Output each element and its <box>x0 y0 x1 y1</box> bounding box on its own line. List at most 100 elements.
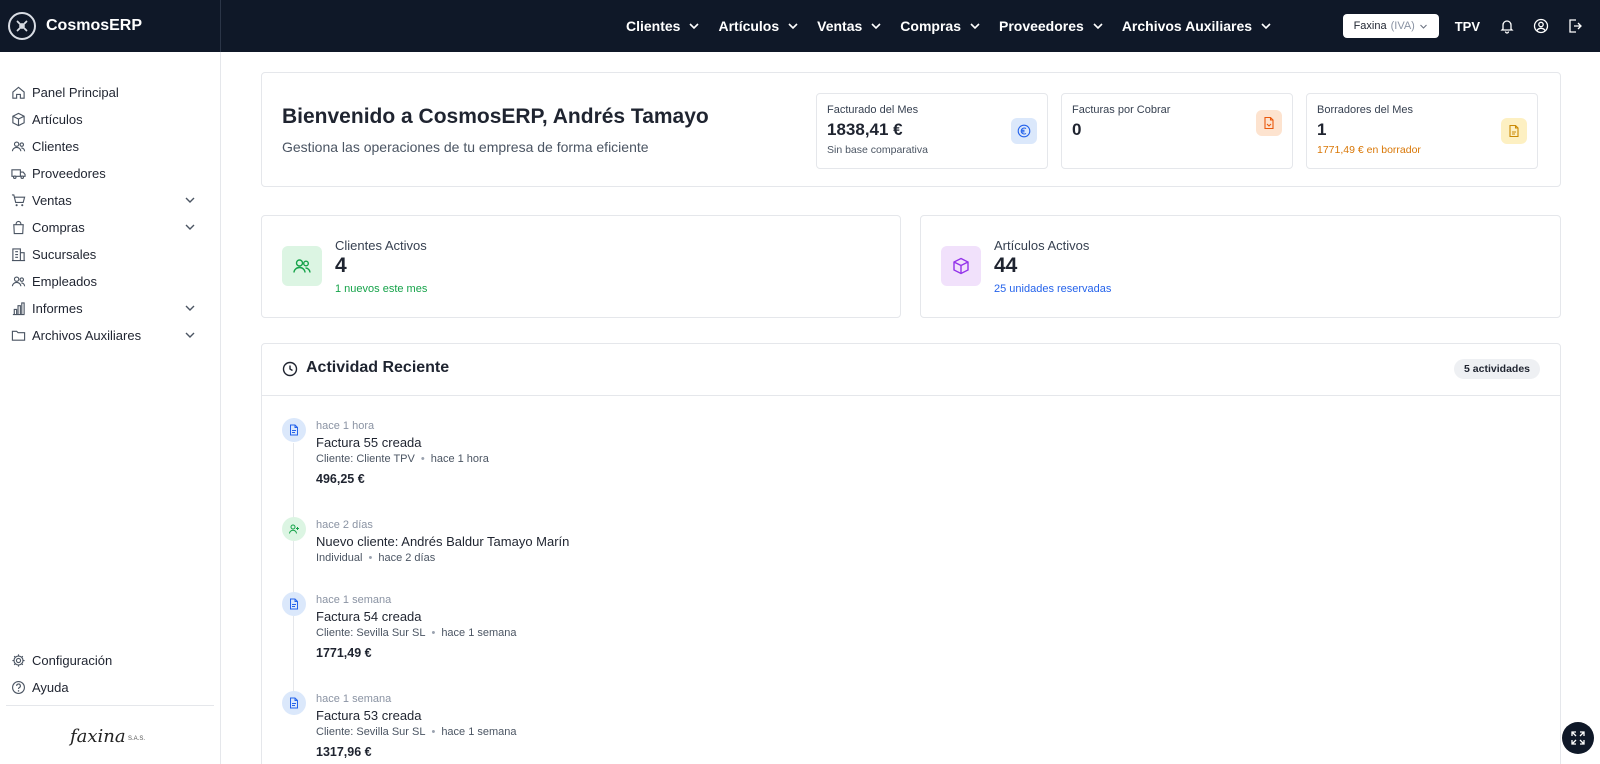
activity-title: Nuevo cliente: Andrés Baldur Tamayo Marí… <box>316 534 570 549</box>
topnav-proveedores[interactable]: Proveedores <box>999 18 1104 34</box>
company-name: Faxina <box>1353 20 1387 32</box>
activity-count-badge: 5 actividades <box>1454 359 1540 379</box>
sidebar-item-archivos-auxiliares[interactable]: Archivos Auxiliares <box>10 323 196 347</box>
user-circle-icon[interactable] <box>1532 17 1550 35</box>
topnav-label: Artículos <box>718 18 780 34</box>
box-icon <box>941 246 981 286</box>
activity-meta-time: hace 1 semana <box>441 627 517 639</box>
topnav-label: Clientes <box>626 18 681 34</box>
chevron-down-icon[interactable] <box>184 329 196 341</box>
activity-meta-time: hace 2 días <box>378 552 436 564</box>
separator-dot: • <box>431 627 436 639</box>
logo-text: faxina <box>70 726 126 747</box>
sidebar-item-compras[interactable]: Compras <box>10 215 196 239</box>
chevron-down-icon <box>1093 23 1103 30</box>
sidebar-item-ayuda[interactable]: Ayuda <box>10 675 196 699</box>
topnav-label: Proveedores <box>998 18 1084 34</box>
stat-note: Sin base comparativa <box>827 144 928 156</box>
gear-icon <box>10 652 26 668</box>
sidebar-item-label: Proveedores <box>32 165 106 181</box>
metric-value: 4 <box>335 254 347 277</box>
activity-meta: Cliente: Sevilla Sur SL • hace 1 semana <box>316 627 517 639</box>
stat-note: 1771,49 € en borrador <box>1317 144 1421 156</box>
cart-icon <box>10 192 26 208</box>
metric-label: Artículos Activos <box>994 238 1090 253</box>
sidebar-item-label: Configuración <box>32 652 113 668</box>
chevron-down-icon[interactable] <box>184 221 196 233</box>
home-icon <box>10 84 26 100</box>
sidebar-item-empleados[interactable]: Empleados <box>10 269 196 293</box>
top-right-controls: Faxina (IVA) TPV <box>1342 0 1600 52</box>
chevron-down-icon <box>970 23 980 30</box>
tpv-link[interactable]: TPV <box>1455 19 1480 34</box>
invoice-icon <box>1256 110 1282 136</box>
sidebar-item-label: Ventas <box>32 192 72 208</box>
welcome-card: Bienvenido a CosmosERP, Andrés Tamayo Ge… <box>261 72 1561 187</box>
topnav-archivos-auxiliares[interactable]: Archivos Auxiliares <box>1122 18 1272 34</box>
logout-icon[interactable] <box>1566 17 1584 35</box>
cosmos-logo-icon <box>8 12 36 40</box>
sidebar-item-label: Empleados <box>32 273 98 289</box>
sidebar-item-label: Compras <box>32 219 85 235</box>
user-plus-icon <box>282 517 306 541</box>
stat-card-facturas-por-cobrar[interactable]: Facturas por Cobrar 0 <box>1061 93 1293 169</box>
topnav-ventas[interactable]: Ventas <box>817 18 882 34</box>
chevron-down-icon[interactable] <box>184 194 196 206</box>
sidebar-item-panel-principal[interactable]: Panel Principal <box>10 80 196 104</box>
activity-meta-client: Cliente: Sevilla Sur SL <box>316 726 426 738</box>
invoice-icon <box>282 592 306 616</box>
stat-value: 1838,41 € <box>827 120 903 139</box>
topnav-articulos[interactable]: Artículos <box>718 18 799 34</box>
folder-icon <box>10 327 26 343</box>
expand-icon <box>1571 731 1585 745</box>
sidebar-item-proveedores[interactable]: Proveedores <box>10 161 196 185</box>
building-icon <box>10 246 26 262</box>
sidebar-item-ventas[interactable]: Ventas <box>10 188 196 212</box>
company-logo: faxina S.A.S. <box>70 726 150 752</box>
activity-meta: Individual • hace 2 días <box>316 552 435 564</box>
sidebar-item-label: Panel Principal <box>32 84 119 100</box>
chevron-down-icon <box>788 23 798 30</box>
sidebar-item-clientes[interactable]: Clientes <box>10 134 196 158</box>
timeline-connector <box>293 443 294 519</box>
main-content: Bienvenido a CosmosERP, Andrés Tamayo Ge… <box>221 52 1600 764</box>
bell-icon[interactable] <box>1498 17 1516 35</box>
activity-meta-client: Cliente: Cliente TPV <box>316 453 415 465</box>
activity-amount: 1317,96 € <box>316 745 372 759</box>
topnav-label: Ventas <box>817 18 863 34</box>
activity-title: Factura 53 creada <box>316 708 422 723</box>
topnav-compras[interactable]: Compras <box>900 18 981 34</box>
activity-time: hace 2 días <box>316 519 373 531</box>
sidebar-item-informes[interactable]: Informes <box>10 296 196 320</box>
activity-card: Actividad Reciente 5 actividades hace 1 … <box>261 343 1561 764</box>
stat-card-facturado[interactable]: Facturado del Mes 1838,41 € Sin base com… <box>816 93 1048 169</box>
activity-header: Actividad Reciente 5 actividades <box>262 344 1560 396</box>
sidebar: Panel Principal Artículos Clientes Prove… <box>0 52 221 764</box>
metric-card-clientes-activos[interactable]: Clientes Activos 4 1 nuevos este mes <box>261 215 901 318</box>
sidebar-item-label: Archivos Auxiliares <box>32 327 142 343</box>
timeline-connector <box>293 616 294 692</box>
chevron-down-icon <box>871 23 881 30</box>
stat-card-borradores[interactable]: Borradores del Mes 1 1771,49 € en borrad… <box>1306 93 1538 169</box>
sidebar-item-articulos[interactable]: Artículos <box>10 107 196 131</box>
sidebar-item-label: Informes <box>32 300 83 316</box>
metric-note: 25 unidades reservadas <box>994 283 1112 295</box>
activity-meta-type: Individual <box>316 552 363 564</box>
chevron-down-icon <box>689 23 700 30</box>
chevron-down-icon[interactable] <box>184 302 196 314</box>
invoice-icon <box>282 691 306 715</box>
activity-time: hace 1 semana <box>316 594 392 606</box>
sidebar-item-sucursales[interactable]: Sucursales <box>10 242 196 266</box>
activity-time: hace 1 semana <box>316 693 392 705</box>
sidebar-item-configuracion[interactable]: Configuración <box>10 648 196 672</box>
fullscreen-button[interactable] <box>1562 722 1594 754</box>
stat-label: Facturas por Cobrar <box>1072 104 1171 116</box>
sidebar-item-label: Sucursales <box>32 246 97 262</box>
separator-dot: • <box>368 552 373 564</box>
brand[interactable]: CosmosERP <box>0 0 221 52</box>
sidebar-item-label: Artículos <box>32 111 83 127</box>
topnav-clientes[interactable]: Clientes <box>626 18 700 34</box>
company-select[interactable]: Faxina (IVA) <box>1342 14 1439 38</box>
metric-card-articulos-activos[interactable]: Artículos Activos 44 25 unidades reserva… <box>920 215 1561 318</box>
topnav-label: Archivos Auxiliares <box>1121 18 1253 34</box>
